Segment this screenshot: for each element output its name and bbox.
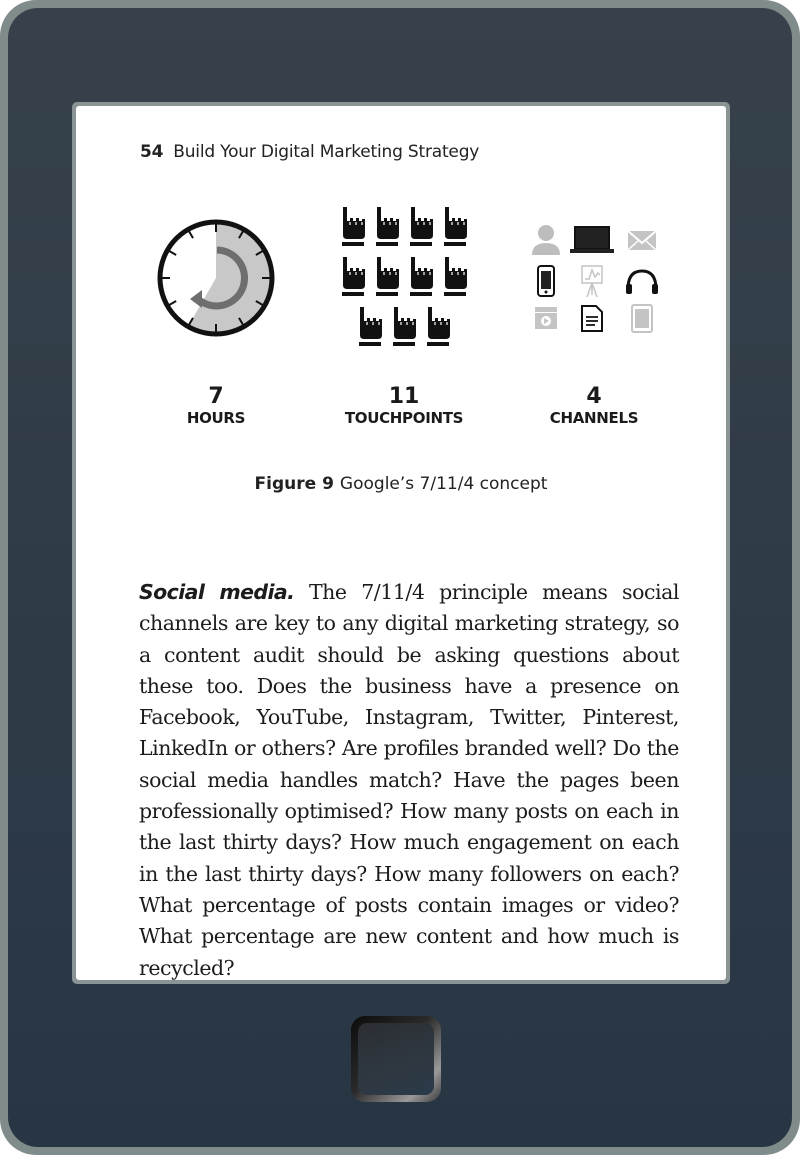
figure-caption: Figure 9 Google’s 7/11/4 concept <box>76 474 726 494</box>
pointing-hand-icon <box>342 207 365 246</box>
pointing-hand-icon <box>342 257 365 296</box>
pointing-hand-icon <box>376 207 399 246</box>
figure-caption-text: Google’s 7/11/4 concept <box>339 474 548 494</box>
paragraph-lead-in: Social media. <box>139 580 295 604</box>
running-head: 54 Build Your Digital Marketing Strategy <box>140 142 479 162</box>
stat-number-touchpoints: 11 <box>388 384 420 409</box>
clock-icon <box>157 219 275 337</box>
channel-icons <box>532 225 658 333</box>
person-icon <box>532 225 560 255</box>
touchpoint-hands <box>342 207 467 346</box>
pointing-hand-icon <box>427 307 450 346</box>
headphones-icon <box>626 269 658 294</box>
pointing-hand-icon <box>359 307 382 346</box>
home-button[interactable] <box>351 1016 441 1102</box>
home-button-face <box>358 1023 434 1095</box>
page-number: 54 <box>140 142 164 162</box>
stat-label-touchpoints: TOUCHPOINTS <box>344 409 464 427</box>
laptop-icon <box>570 226 614 253</box>
document-icon <box>581 305 603 332</box>
figure-7-11-4: 7 HOURS 11 TOUCHPOINTS 4 CHANNELS <box>76 201 726 441</box>
book-title: Build Your Digital Marketing Strategy <box>173 142 480 162</box>
smartphone-icon <box>537 265 555 297</box>
envelope-icon <box>627 230 657 251</box>
tablet-icon <box>631 304 653 333</box>
paragraph-text: The 7/11/4 principle means social channe… <box>139 580 679 980</box>
ereader-screen[interactable]: 54 Build Your Digital Marketing Strategy … <box>76 106 726 980</box>
body-paragraph: Social media. The 7/11/4 principle means… <box>139 577 679 980</box>
stat-label-channels: CHANNELS <box>549 409 639 427</box>
pointing-hand-icon <box>444 257 467 296</box>
stat-label-hours: HOURS <box>186 409 246 427</box>
pointing-hand-icon <box>410 257 433 296</box>
pointing-hand-icon <box>410 207 433 246</box>
stat-number-hours: 7 <box>208 384 224 409</box>
presentation-board-icon <box>581 265 603 298</box>
pointing-hand-icon <box>376 257 399 296</box>
pointing-hand-icon <box>444 207 467 246</box>
figure-caption-label: Figure 9 <box>254 474 334 494</box>
pointing-hand-icon <box>393 307 416 346</box>
video-clapper-icon <box>535 307 557 329</box>
stat-number-channels: 4 <box>586 384 602 409</box>
